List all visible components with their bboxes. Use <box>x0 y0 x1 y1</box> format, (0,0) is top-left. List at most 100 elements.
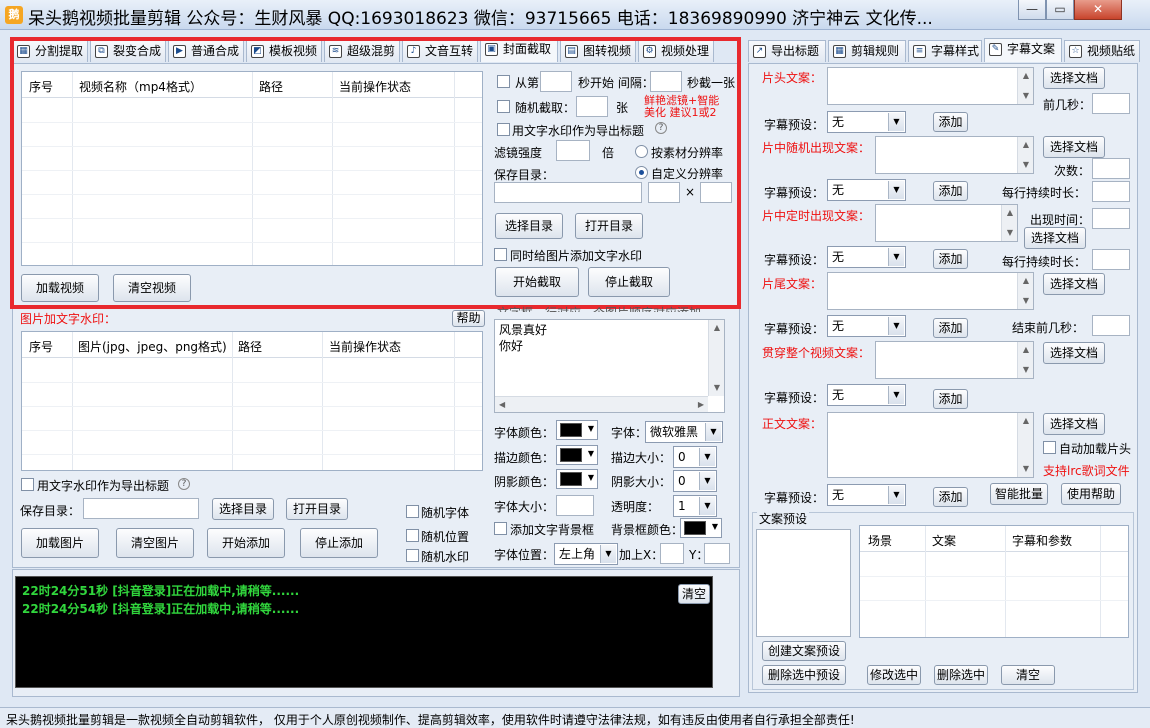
delete-selected-button[interactable]: 删除选中 <box>934 665 988 685</box>
random-pos-checkbox[interactable] <box>406 529 419 542</box>
wm-text-area[interactable]: 风景真好 你好 ▲ ▼ ◀ ▶ <box>494 319 725 413</box>
start-capture-button[interactable]: 开始截取 <box>495 267 579 297</box>
random-checkbox[interactable] <box>497 100 510 113</box>
mid-fixed-text-area[interactable]: ▲ ▼ <box>875 204 1018 242</box>
video-grid[interactable]: 序号 视频名称（mp4格式） 路径 当前操作状态 <box>21 71 483 266</box>
line-duration-input[interactable] <box>1092 249 1130 270</box>
wm-title-checkbox[interactable] <box>497 123 510 136</box>
start-sec-input[interactable] <box>540 71 572 92</box>
stop-add-button[interactable]: 停止添加 <box>300 528 378 558</box>
stop-capture-button[interactable]: 停止截取 <box>588 267 670 297</box>
load-image-button[interactable]: 加载图片 <box>21 528 99 558</box>
choose-doc-button[interactable]: 选择文档 <box>1043 413 1105 435</box>
preset-select[interactable]: 无 ▼ <box>827 246 906 268</box>
wm-text-hscroll[interactable]: ◀ ▶ <box>495 396 708 412</box>
auto-load-checkbox[interactable] <box>1043 441 1056 454</box>
tab-export-title[interactable]: ↗ 导出标题 <box>748 40 826 62</box>
tab-video-sticker[interactable]: ☆ 视频贴纸 <box>1064 40 1140 62</box>
choose-dir-button[interactable]: 选择目录 <box>495 213 563 239</box>
choose-doc-button[interactable]: 选择文档 <box>1043 136 1105 158</box>
maximize-button[interactable]: ▭ <box>1046 0 1074 20</box>
tab-text-audio[interactable]: ♪ 文音互转 <box>402 40 478 62</box>
tail-text-area[interactable]: ▲ ▼ <box>827 272 1034 310</box>
random-wm-checkbox[interactable] <box>406 549 419 562</box>
load-video-button[interactable]: 加载视频 <box>21 274 99 302</box>
help-icon[interactable]: ? <box>178 478 190 490</box>
clear-button[interactable]: 清空 <box>1001 665 1055 685</box>
add-button[interactable]: 添加 <box>933 487 968 507</box>
wm-save-dir-input[interactable] <box>83 498 199 519</box>
image-grid[interactable]: 序号 图片(jpg、jpeg、png格式) 路径 当前操作状态 <box>21 331 483 471</box>
font-select[interactable]: 微软雅黑 ▼ <box>645 421 723 443</box>
tab-cover-capture[interactable]: ▣ 封面截取 <box>480 38 558 62</box>
wm-text-scrollbar[interactable]: ▲ ▼ <box>708 320 724 396</box>
tab-subtitle-text[interactable]: ✎ 字幕文案 <box>984 38 1062 62</box>
wm-help-button[interactable]: 帮助 <box>452 310 485 327</box>
body-text-area[interactable]: ▲ ▼ <box>827 412 1034 478</box>
preset-select[interactable]: 无 ▼ <box>827 384 906 406</box>
shadow-color-picker[interactable]: ▼ <box>556 469 598 489</box>
preset-select[interactable]: 无 ▼ <box>827 179 906 201</box>
mid-random-text-area[interactable]: ▲ ▼ <box>875 136 1034 174</box>
modify-selected-button[interactable]: 修改选中 <box>867 665 921 685</box>
tab-edit-rules[interactable]: ▦ 剪辑规则 <box>828 40 906 62</box>
add-wm-checkbox[interactable] <box>494 248 507 261</box>
count-input[interactable] <box>1092 158 1130 179</box>
minimize-button[interactable]: — <box>1018 0 1046 20</box>
preset-select[interactable]: 无 ▼ <box>827 484 906 506</box>
add-button[interactable]: 添加 <box>933 389 968 409</box>
first-sec-input[interactable] <box>1092 93 1130 114</box>
wm-choose-dir-button[interactable]: 选择目录 <box>212 498 274 520</box>
from-checkbox[interactable] <box>497 75 510 88</box>
tab-split-extract[interactable]: ▦ 分割提取 <box>12 40 88 62</box>
preset-list[interactable] <box>756 529 851 637</box>
create-preset-button[interactable]: 创建文案预设 <box>762 641 846 661</box>
preset-grid[interactable]: 场景 文案 字幕和参数 <box>859 525 1129 638</box>
smart-batch-button[interactable]: 智能批量 <box>990 483 1048 505</box>
interval-input[interactable] <box>650 71 682 92</box>
width-input[interactable] <box>648 182 680 203</box>
add-button[interactable]: 添加 <box>933 249 968 269</box>
wm-as-title-checkbox[interactable] <box>21 478 34 491</box>
stroke-size-select[interactable]: 0 ▼ <box>673 446 717 468</box>
clear-video-button[interactable]: 清空视频 <box>113 274 191 302</box>
font-color-picker[interactable]: ▼ <box>556 420 598 440</box>
wm-open-dir-button[interactable]: 打开目录 <box>286 498 348 520</box>
add-button[interactable]: 添加 <box>933 181 968 201</box>
close-button[interactable]: ✕ <box>1074 0 1122 20</box>
start-add-button[interactable]: 开始添加 <box>207 528 285 558</box>
appear-time-input[interactable] <box>1092 208 1130 229</box>
filter-strength-input[interactable] <box>556 140 590 161</box>
through-text-area[interactable]: ▲ ▼ <box>875 341 1034 379</box>
choose-doc-button[interactable]: 选择文档 <box>1024 227 1086 249</box>
tab-template[interactable]: ◩ 模板视频 <box>246 40 322 62</box>
head-text-area[interactable]: ▲ ▼ <box>827 67 1034 105</box>
help-icon[interactable]: ? <box>655 122 667 134</box>
clear-image-button[interactable]: 清空图片 <box>116 528 194 558</box>
res-source-radio[interactable] <box>635 145 648 158</box>
add-button[interactable]: 添加 <box>933 112 968 132</box>
save-dir-input[interactable] <box>494 182 642 203</box>
end-before-input[interactable] <box>1092 315 1130 336</box>
tab-image-to-video[interactable]: ▤ 图转视频 <box>560 40 636 62</box>
add-bg-checkbox[interactable] <box>494 522 507 535</box>
height-input[interactable] <box>700 182 732 203</box>
delete-preset-button[interactable]: 删除选中预设 <box>762 665 846 685</box>
tab-video-process[interactable]: ⚙ 视频处理 <box>638 40 714 62</box>
res-custom-radio[interactable] <box>635 166 648 179</box>
font-size-input[interactable] <box>556 495 594 516</box>
choose-doc-button[interactable]: 选择文档 <box>1043 273 1105 295</box>
random-count-input[interactable] <box>576 96 608 117</box>
random-font-checkbox[interactable] <box>406 505 419 518</box>
choose-doc-button[interactable]: 选择文档 <box>1043 342 1105 364</box>
tab-super-mix[interactable]: ≋ 超级混剪 <box>324 40 400 62</box>
preset-select[interactable]: 无 ▼ <box>827 111 906 133</box>
add-button[interactable]: 添加 <box>933 318 968 338</box>
choose-doc-button[interactable]: 选择文档 <box>1043 67 1105 89</box>
x-offset-input[interactable] <box>660 543 684 564</box>
shadow-size-select[interactable]: 0 ▼ <box>673 470 717 492</box>
open-dir-button[interactable]: 打开目录 <box>575 213 643 239</box>
help-button[interactable]: 使用帮助 <box>1061 483 1121 505</box>
tab-fission[interactable]: ⧉ 裂变合成 <box>90 40 166 62</box>
log-console[interactable]: 22时24分51秒 [抖音登录]正在加载中,请稍等...... 22时24分54… <box>15 576 713 688</box>
